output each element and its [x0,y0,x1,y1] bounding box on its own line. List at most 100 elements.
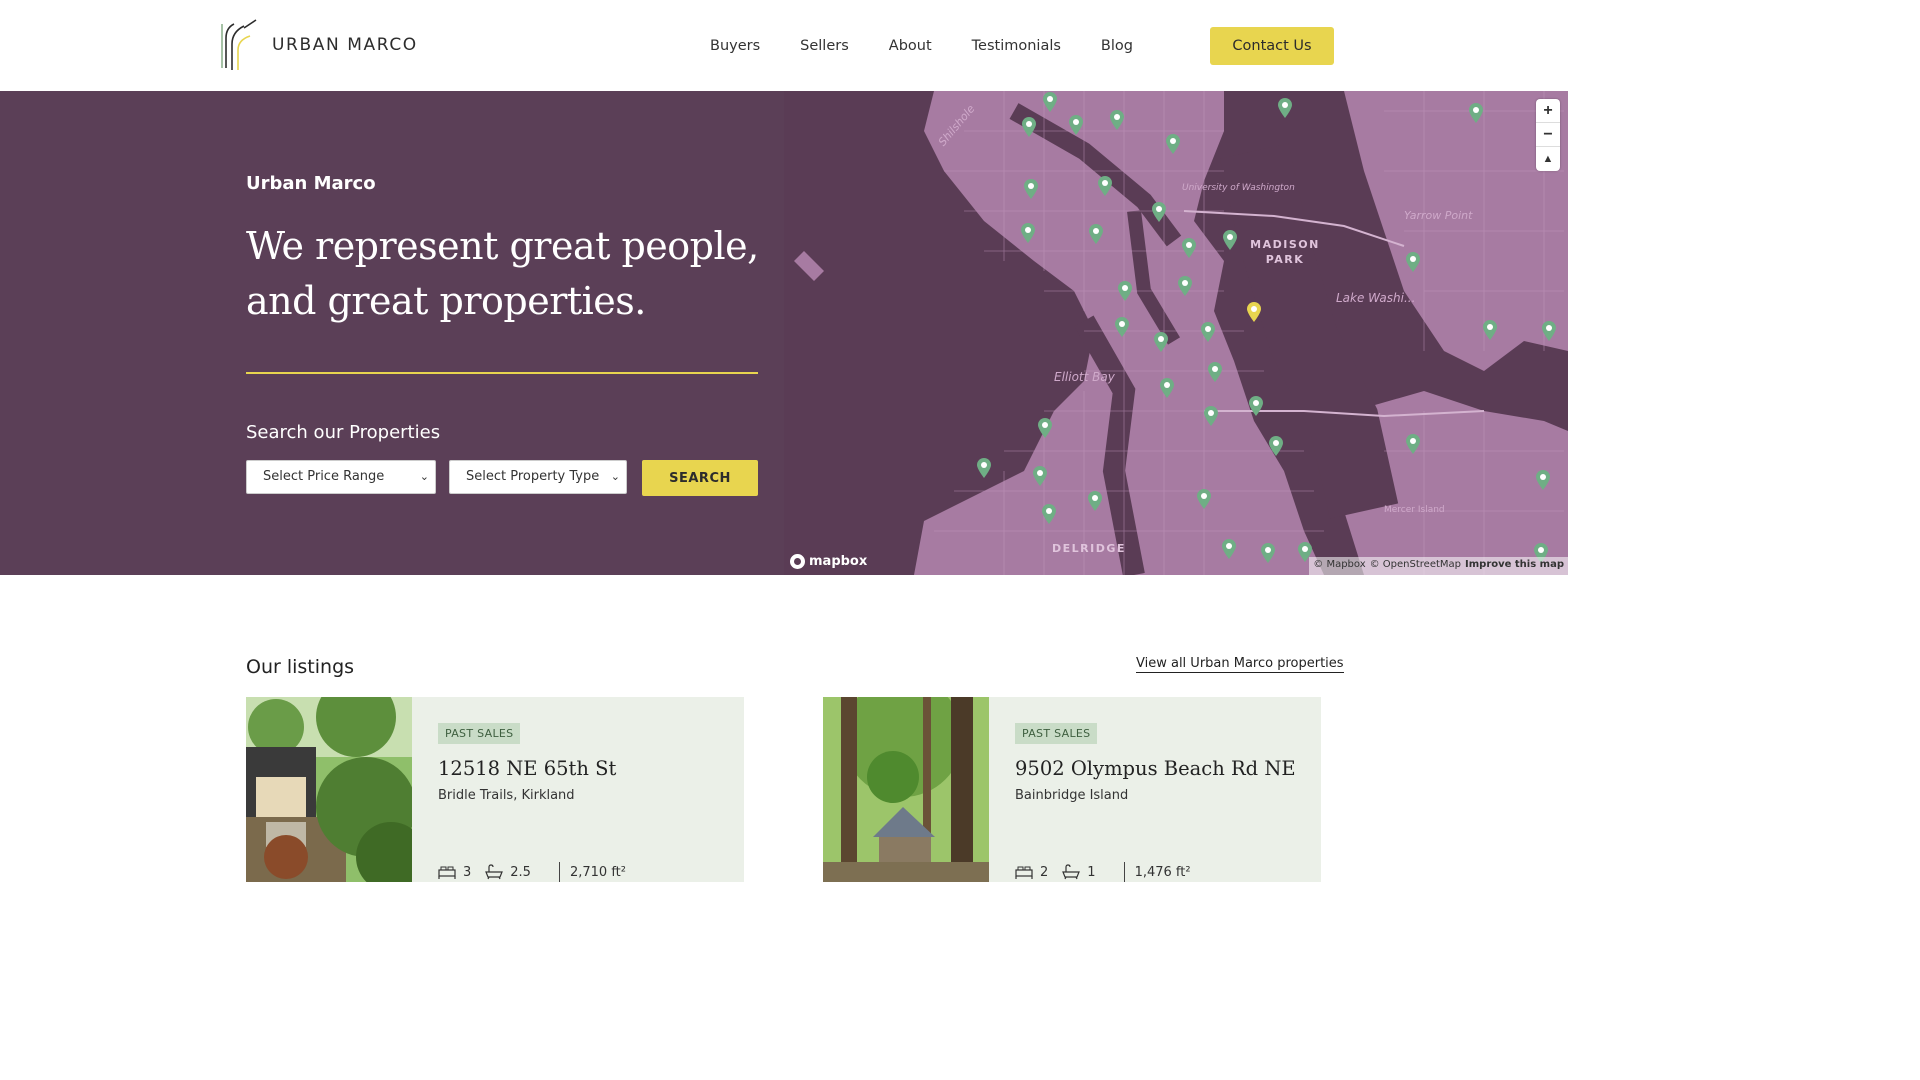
map-pin-icon[interactable] [1165,133,1181,155]
nav-testimonials[interactable]: Testimonials [972,38,1061,54]
baths-count: 2.5 [510,864,531,880]
mapbox-logo-icon [790,554,805,569]
map-pin-icon[interactable] [1405,251,1421,273]
map-pin-icon[interactable] [1200,321,1216,343]
logo-text: URBAN MARCO [272,35,418,55]
zoom-out-button[interactable]: − [1536,123,1560,147]
listing-stats: 3 2.5 2,710 ft² [438,862,626,882]
map-pin-icon[interactable] [1032,465,1048,487]
map-pin-icon[interactable] [1222,229,1238,251]
map-pin-icon[interactable] [1159,377,1175,399]
site-header: URBAN MARCO Buyers Sellers About Testimo… [0,0,1568,91]
mapbox-logo-text: mapbox [809,554,868,569]
map-pin-icon[interactable] [1482,319,1498,341]
nav-buyers[interactable]: Buyers [710,38,760,54]
listing-location: Bainbridge Island [1015,788,1129,803]
logo[interactable]: URBAN MARCO [220,18,418,72]
map-label-madison-park: MADISON PARK [1250,238,1320,266]
listing-photo [246,697,412,882]
bath-icon [1062,864,1081,880]
beds-count: 2 [1040,864,1049,880]
map-label-uw: University of Washington [1182,183,1295,193]
nav-blog[interactable]: Blog [1101,38,1133,54]
search-button[interactable]: SEARCH [642,460,758,496]
map-pin-icon[interactable] [1042,91,1058,113]
map-pin-icon[interactable] [1041,503,1057,525]
attrib-mapbox-link[interactable]: © Mapbox [1313,559,1365,573]
map-pin-icon[interactable] [1020,222,1036,244]
hero-brand: Urban Marco [246,173,376,194]
map-label-lake-washington: Lake Washi... [1336,291,1416,305]
property-type-select[interactable]: Select Property Type ⌄ [449,460,627,494]
mapbox-logo[interactable]: mapbox [790,554,867,569]
map-pin-icon[interactable] [1021,116,1037,138]
map-pin-icon[interactable] [1109,109,1125,131]
hero-headline: We represent great people, and great pro… [246,224,759,323]
map-label-mercer-island: Mercer Island [1384,505,1445,515]
main-nav: Buyers Sellers About Testimonials Blog [690,27,1153,65]
hero-intro: Urban Marco We represent great people, a… [0,91,784,575]
map-pin-icon[interactable] [1535,469,1551,491]
listing-address: 9502 Olympus Beach Rd NE [1015,757,1296,780]
listing-address: 12518 NE 65th St [438,757,617,780]
map-pin-icon[interactable] [1068,114,1084,136]
map-pin-icon[interactable] [1196,488,1212,510]
bed-icon [1015,866,1033,879]
map-pin-icon[interactable] [1468,102,1484,124]
area-value: 1,476 ft² [1134,864,1191,880]
map-pin-icon[interactable] [1268,435,1284,457]
nav-sellers[interactable]: Sellers [800,38,849,54]
map-pin-icon[interactable] [976,457,992,479]
map-label-elliott-bay: Elliott Bay [1054,370,1115,384]
bath-icon [485,864,504,880]
map-pin-icon[interactable] [1221,538,1237,560]
map-pin-icon[interactable] [1248,395,1264,417]
listing-card[interactable]: PAST SALES 9502 Olympus Beach Rd NE Bain… [823,697,1321,882]
map-pin-icon[interactable] [1037,417,1053,439]
baths-count: 1 [1087,864,1096,880]
map-pin-icon[interactable] [1203,405,1219,427]
map-pin-icon[interactable] [1181,237,1197,259]
map-pin-icon[interactable] [1177,275,1193,297]
price-range-value: Select Price Range [263,469,385,484]
map-base [794,91,1568,575]
map-attribution: © Mapbox © OpenStreetMap Improve this ma… [1309,557,1568,575]
status-badge: PAST SALES [438,723,521,744]
map-pin-icon[interactable] [1087,490,1103,512]
map-pin-icon[interactable] [1114,316,1130,338]
map-label-delridge: DELRIDGE [1052,542,1126,555]
map-pin-icon[interactable] [1277,97,1293,119]
property-map[interactable]: Shilshole University of Washington MADIS… [784,91,1568,575]
nav-about[interactable]: About [889,38,932,54]
map-label-yarrow-point: Yarrow Point [1404,209,1473,222]
price-range-select[interactable]: Select Price Range ⌄ [246,460,436,494]
map-pin-icon[interactable] [1260,542,1276,564]
improve-map-link[interactable]: Improve this map [1465,559,1564,573]
map-pin-icon[interactable] [1207,361,1223,383]
area-value: 2,710 ft² [569,864,626,880]
map-pin-icon[interactable] [1097,175,1113,197]
map-pin-active-icon[interactable] [1246,301,1262,323]
map-zoom-controls: + − ▲ [1536,99,1560,171]
stats-divider [1123,862,1125,882]
map-pin-icon[interactable] [1153,331,1169,353]
bed-icon [438,866,456,879]
search-title: Search our Properties [246,422,441,443]
map-pin-icon[interactable] [1151,201,1167,223]
listing-location: Bridle Trails, Kirkland [438,788,575,803]
map-pin-icon[interactable] [1541,320,1557,342]
view-all-properties-link[interactable]: View all Urban Marco properties [1136,656,1344,673]
map-pin-icon[interactable] [1088,223,1104,245]
attrib-osm-link[interactable]: © OpenStreetMap [1370,559,1461,573]
map-pin-icon[interactable] [1023,178,1039,200]
listing-stats: 2 1 1,476 ft² [1015,862,1191,882]
listing-card[interactable]: PAST SALES 12518 NE 65th St Bridle Trail… [246,697,744,882]
zoom-in-button[interactable]: + [1536,99,1560,123]
hero-section: Shilshole University of Washington MADIS… [0,91,1568,575]
contact-us-button[interactable]: Contact Us [1210,27,1334,65]
logo-mark-icon [221,19,257,70]
listing-photo [823,697,989,882]
map-pin-icon[interactable] [1117,280,1133,302]
map-pin-icon[interactable] [1405,433,1421,455]
compass-icon[interactable]: ▲ [1536,147,1560,171]
